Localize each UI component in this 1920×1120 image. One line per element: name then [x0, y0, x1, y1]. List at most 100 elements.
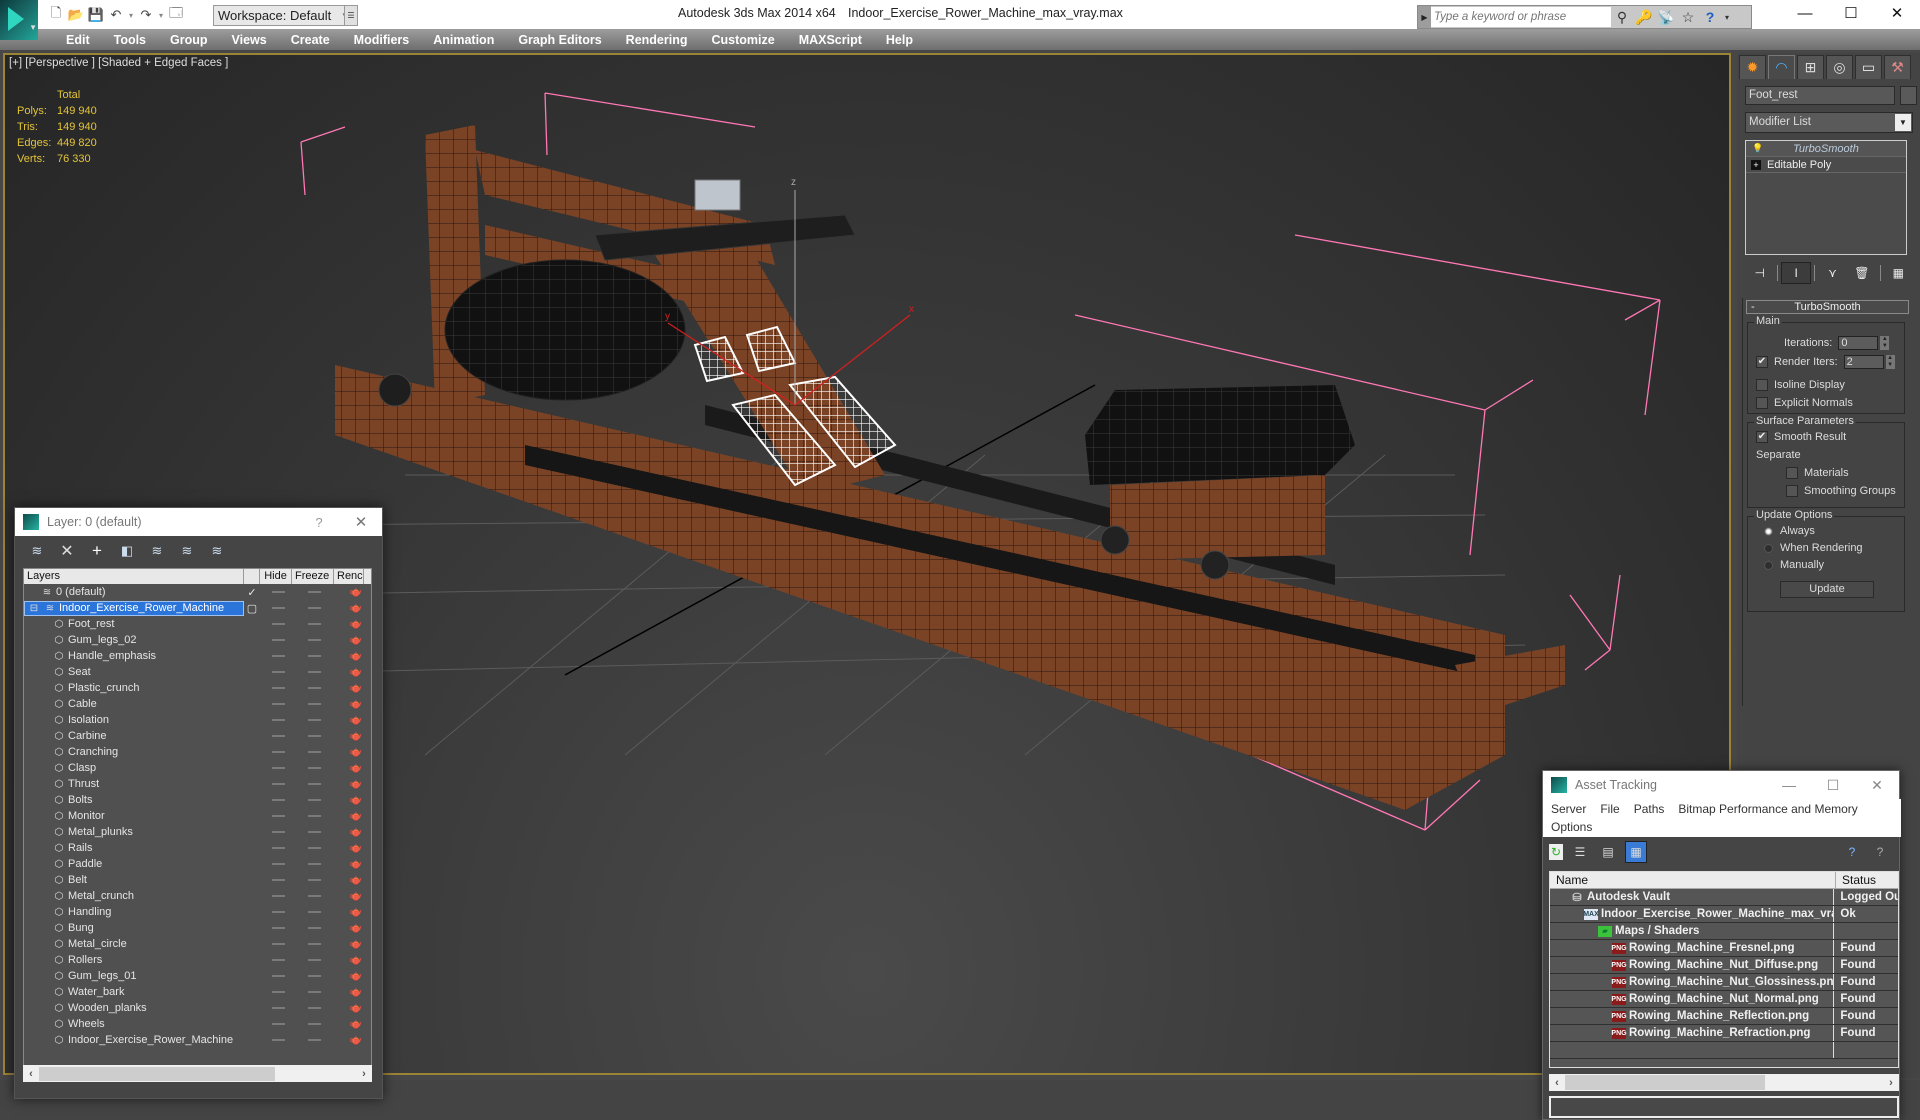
set-current-box[interactable]: ▢	[244, 602, 260, 615]
render-teapot-icon[interactable]: 🫖	[332, 1035, 362, 1046]
hide-toggle[interactable]	[260, 655, 296, 657]
layer-row[interactable]: ⬡ Metal_plunks 🫖	[24, 824, 371, 840]
freeze-toggle[interactable]	[296, 895, 332, 897]
render-teapot-icon[interactable]: 🫖	[332, 987, 362, 998]
menu-server[interactable]: Server	[1551, 801, 1586, 817]
layer-name-cell[interactable]: ≋ 0 (default)	[24, 586, 244, 598]
isoline-checkbox[interactable]	[1756, 379, 1768, 391]
menu-graph-editors[interactable]: Graph Editors	[506, 30, 613, 50]
layer-name-cell[interactable]: ⬡ Metal_circle	[24, 938, 244, 950]
layer-row[interactable]: ⬡ Handle_emphasis 🫖	[24, 648, 371, 664]
asset-row[interactable]: PNG Rowing_Machine_Refraction.png Found	[1550, 1025, 1898, 1042]
layer-name-cell[interactable]: ⬡ Indoor_Exercise_Rower_Machine	[24, 1034, 244, 1046]
render-teapot-icon[interactable]: 🫖	[332, 827, 362, 838]
render-teapot-icon[interactable]: 🫖	[332, 731, 362, 742]
hide-toggle[interactable]	[260, 1007, 296, 1009]
layer-name-cell[interactable]: ⬡ Wooden_planks	[24, 1002, 244, 1014]
undo-dropdown[interactable]: ▾	[126, 11, 136, 20]
menu-views[interactable]: Views	[220, 30, 279, 50]
layer-name-cell[interactable]: ⬡ Carbine	[24, 730, 244, 742]
layer-name-cell[interactable]: ⬡ Foot_rest	[24, 618, 244, 630]
render-iters-checkbox[interactable]: ✔	[1756, 356, 1768, 368]
plus-box-icon[interactable]: +	[1751, 159, 1761, 170]
render-iters-spinner[interactable]: 2	[1843, 355, 1884, 369]
help-icon[interactable]: ?	[1699, 6, 1721, 28]
hide-toggle[interactable]	[260, 591, 296, 593]
help-button[interactable]: ?	[298, 515, 340, 530]
freeze-toggle[interactable]	[296, 655, 332, 657]
freeze-toggle[interactable]	[296, 847, 332, 849]
hide-toggle[interactable]	[260, 735, 296, 737]
hide-toggle[interactable]	[260, 863, 296, 865]
highlight-layer-icon[interactable]: ≋	[175, 540, 199, 562]
smoothing-groups-checkbox[interactable]	[1786, 485, 1798, 497]
render-teapot-icon[interactable]: 🫖	[332, 763, 362, 774]
layer-row[interactable]: ⬡ Bolts 🫖	[24, 792, 371, 808]
hide-toggle[interactable]	[260, 1039, 296, 1041]
menu-customize[interactable]: Customize	[699, 30, 786, 50]
web-help-icon[interactable]: ?	[1841, 841, 1863, 863]
remove-modifier-icon[interactable]: 🗑	[1847, 262, 1876, 284]
layer-name-cell[interactable]: ⬡ Bolts	[24, 794, 244, 806]
project-folder-button[interactable]: 🗔	[166, 5, 186, 25]
star-icon[interactable]: ☆	[1677, 6, 1699, 28]
tab-utilities[interactable]: ⚒	[1884, 55, 1911, 79]
freeze-toggle[interactable]	[296, 591, 332, 593]
new-file-button[interactable]: 🗋	[46, 5, 66, 25]
hide-toggle[interactable]	[260, 671, 296, 673]
expand-search-button[interactable]: ▶	[1418, 6, 1431, 28]
freeze-toggle[interactable]	[296, 911, 332, 913]
freeze-toggle[interactable]	[296, 815, 332, 817]
layer-row[interactable]: ⬡ Foot_rest 🫖	[24, 616, 371, 632]
hide-toggle[interactable]	[260, 751, 296, 753]
tab-motion[interactable]: ◎	[1826, 55, 1853, 79]
layer-name-cell[interactable]: ⬡ Rollers	[24, 954, 244, 966]
layer-name-cell[interactable]: ⬡ Belt	[24, 874, 244, 886]
layer-name-cell[interactable]: ⬡ Cable	[24, 698, 244, 710]
menu-modifiers[interactable]: Modifiers	[342, 30, 422, 50]
render-teapot-icon[interactable]: 🫖	[332, 747, 362, 758]
make-unique-icon[interactable]: ⋎	[1818, 262, 1847, 284]
freeze-toggle[interactable]	[296, 623, 332, 625]
smooth-result-checkbox[interactable]: ✔	[1756, 431, 1768, 443]
always-radio[interactable]	[1764, 526, 1773, 536]
render-teapot-icon[interactable]: 🫖	[332, 875, 362, 886]
modifier-list-dropdown[interactable]: Modifier List ▼	[1745, 112, 1913, 133]
iterations-spinner[interactable]: 0	[1838, 336, 1879, 350]
hide-toggle[interactable]	[260, 975, 296, 977]
render-teapot-icon[interactable]: 🫖	[332, 779, 362, 790]
asset-row[interactable]: PNG Rowing_Machine_Fresnel.png Found	[1550, 940, 1898, 957]
freeze-toggle[interactable]	[296, 719, 332, 721]
refresh-icon[interactable]: ↻	[1549, 844, 1563, 860]
menu-file[interactable]: File	[1600, 801, 1619, 817]
select-objects-icon[interactable]: ◧	[115, 540, 139, 562]
save-file-button[interactable]: 💾	[86, 5, 106, 25]
layer-row[interactable]: ⬡ Gum_legs_01 🫖	[24, 968, 371, 984]
hide-toggle[interactable]	[260, 639, 296, 641]
close-button[interactable]: ✕	[1874, 0, 1920, 26]
menu-create[interactable]: Create	[279, 30, 342, 50]
viewport-label-menu[interactable]: [+] [Perspective ] [Shaded + Edged Faces…	[9, 57, 228, 69]
explicit-normals-checkbox[interactable]	[1756, 397, 1768, 409]
hide-toggle[interactable]	[260, 687, 296, 689]
layer-row[interactable]: ⬡ Bung 🫖	[24, 920, 371, 936]
freeze-toggle[interactable]	[296, 959, 332, 961]
horizontal-scrollbar[interactable]: ‹ ›	[1549, 1074, 1899, 1091]
help-icon[interactable]: ?	[1869, 841, 1891, 863]
pin-stack-icon[interactable]: ⊣	[1745, 262, 1774, 284]
scroll-thumb[interactable]	[39, 1066, 275, 1081]
binoculars-icon[interactable]: ⚲	[1611, 6, 1633, 28]
render-teapot-icon[interactable]: 🫖	[332, 603, 362, 614]
render-teapot-icon[interactable]: 🫖	[332, 939, 362, 950]
layer-name-cell[interactable]: ⬡ Thrust	[24, 778, 244, 790]
maximize-button[interactable]: ☐	[1828, 0, 1874, 26]
maximize-button[interactable]: ☐	[1811, 777, 1855, 794]
column-freeze[interactable]: Freeze	[292, 569, 334, 584]
layer-row[interactable]: ⬡ Cranching 🫖	[24, 744, 371, 760]
layer-row[interactable]: ⬡ Gum_legs_02 🫖	[24, 632, 371, 648]
layer-name-cell[interactable]: ⬡ Handle_emphasis	[24, 650, 244, 662]
menu-bitmap-performance[interactable]: Bitmap Performance and Memory	[1678, 801, 1857, 817]
render-teapot-icon[interactable]: 🫖	[332, 587, 362, 598]
menu-group[interactable]: Group	[158, 30, 220, 50]
list-view-icon[interactable]: ☰	[1569, 841, 1591, 863]
